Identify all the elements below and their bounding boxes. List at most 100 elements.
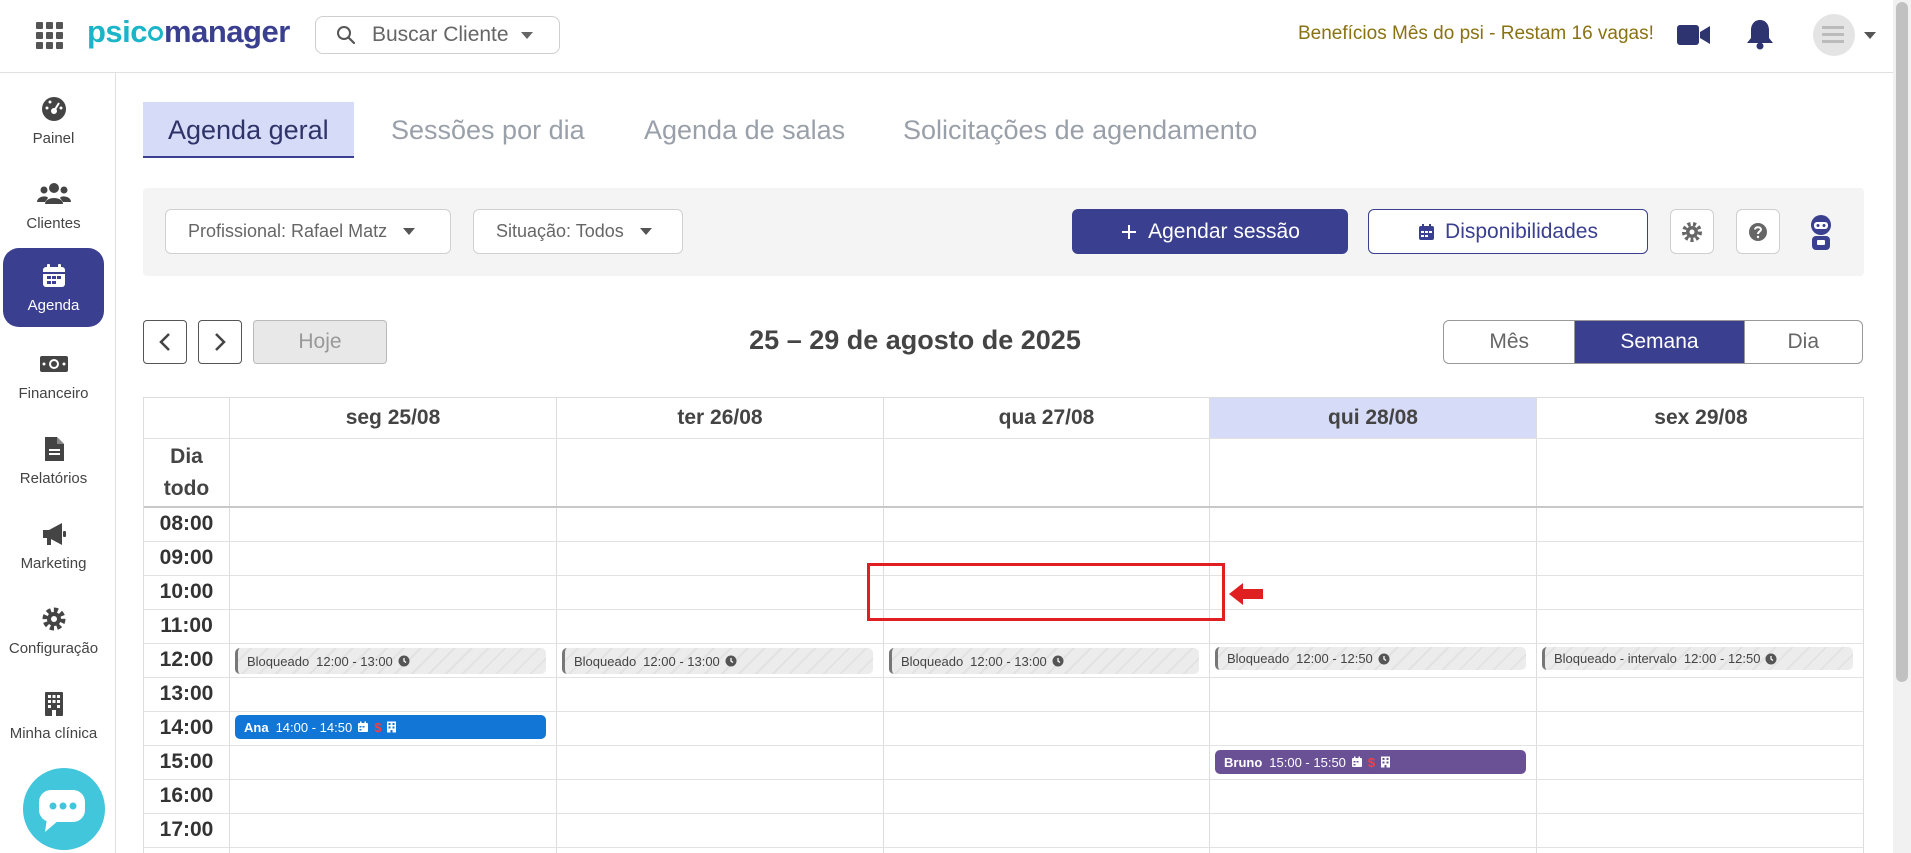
previous-week-button[interactable] [143, 320, 187, 364]
view-switcher: Mês Semana Dia [1443, 320, 1863, 364]
users-icon [36, 183, 71, 204]
calendar-icon [1419, 223, 1435, 240]
calendar-event-blocked[interactable]: Bloqueado 12:00 - 13:00 [562, 648, 873, 674]
schedule-session-button[interactable]: Agendar sessão [1072, 209, 1348, 254]
time-label: 09:00 [159, 546, 214, 569]
money-icon [39, 356, 68, 372]
help-button[interactable] [1736, 209, 1780, 254]
megaphone-icon [42, 523, 66, 545]
calendar-check-icon [1351, 756, 1362, 767]
event-client-name: Ana [244, 719, 269, 735]
scrollbar-thumb[interactable] [1896, 2, 1908, 682]
sidebar-item-minha-clinica[interactable]: Minha clínica [3, 676, 104, 755]
today-column-highlight [1209, 438, 1536, 853]
sidebar: Painel Clientes Agenda Financeiro Relató… [0, 73, 116, 853]
event-client-name: Bruno [1224, 754, 1263, 770]
sidebar-item-configuracao[interactable]: Configuração [3, 591, 104, 670]
robot-assistant-icon[interactable] [1801, 212, 1841, 252]
top-bar: psic manager Buscar Cliente Benefícios Mê… [0, 0, 1893, 73]
filter-bar: Profissional: Rafael Matz Situação: Todo… [143, 188, 1864, 276]
sidebar-item-agenda[interactable]: Agenda [3, 248, 104, 327]
sidebar-item-painel[interactable]: Painel [3, 81, 104, 160]
calendar-event-session[interactable]: Ana 14:00 - 14:50 $ [235, 715, 546, 739]
page-scrollbar[interactable] [1893, 0, 1911, 853]
file-icon [44, 437, 64, 461]
highlight-annotation-box [867, 563, 1225, 621]
event-title: Bloqueado - intervalo [1554, 651, 1677, 666]
time-label: 12:00 [159, 648, 214, 671]
view-month-button[interactable]: Mês [1444, 321, 1576, 363]
video-camera-icon[interactable] [1677, 24, 1710, 46]
chevron-down-icon [639, 228, 652, 235]
grid-divider [1209, 398, 1210, 853]
sidebar-item-label: Marketing [20, 555, 87, 572]
tab-agenda-de-salas[interactable]: Agenda de salas [619, 102, 870, 158]
next-week-button[interactable] [198, 320, 242, 364]
avatar[interactable] [1813, 14, 1855, 56]
payment-pending-indicator: $ [1367, 754, 1376, 770]
all-day-label-line-1: Dia [170, 445, 203, 468]
client-search[interactable]: Buscar Cliente [315, 16, 560, 54]
event-title: Bloqueado [247, 653, 310, 669]
event-time: 12:00 - 13:00 [643, 653, 720, 669]
calendar-event-blocked[interactable]: Bloqueado 12:00 - 13:00 [889, 648, 1199, 674]
grid-divider [144, 438, 1863, 439]
logo-o [148, 26, 164, 42]
time-label: 16:00 [159, 784, 214, 807]
chat-icon [39, 790, 85, 832]
logo-part-2: manager [164, 14, 290, 49]
status-select[interactable]: Situação: Todos [473, 209, 683, 254]
sidebar-item-label: Relatórios [19, 470, 88, 487]
status-select-value: Situação: Todos [496, 221, 624, 241]
event-title: Bloqueado [901, 653, 964, 669]
sidebar-item-relatorios[interactable]: Relatórios [3, 421, 104, 500]
day-header-mon[interactable]: seg 25/08 [230, 398, 556, 438]
clock-icon [398, 655, 410, 667]
tab-agenda-geral[interactable]: Agenda geral [143, 102, 354, 158]
event-time: 15:00 - 15:50 [1269, 754, 1346, 770]
chevron-right-icon [215, 333, 226, 351]
settings-button[interactable] [1670, 209, 1714, 254]
grid-divider [144, 506, 1863, 508]
sidebar-item-financeiro[interactable]: Financeiro [3, 336, 104, 415]
logo[interactable]: psic manager [87, 14, 290, 50]
grid-divider [144, 847, 1863, 848]
grid-divider [1536, 398, 1537, 853]
chevron-down-icon[interactable] [1864, 32, 1876, 39]
day-header-thu[interactable]: qui 28/08 [1210, 398, 1536, 438]
grid-divider [883, 398, 884, 853]
chevron-left-icon [159, 333, 170, 351]
grid-divider [144, 677, 1863, 678]
sidebar-item-clientes[interactable]: Clientes [3, 166, 104, 245]
calendar-event-blocked[interactable]: Bloqueado 12:00 - 13:00 [235, 648, 546, 674]
professional-select[interactable]: Profissional: Rafael Matz [165, 209, 451, 254]
calendar-event-blocked[interactable]: Bloqueado 12:00 - 12:50 [1215, 647, 1526, 670]
bell-icon[interactable] [1746, 18, 1774, 50]
time-label: 10:00 [159, 580, 214, 603]
question-icon [1749, 222, 1767, 241]
view-day-button[interactable]: Dia [1745, 321, 1862, 363]
grid-divider [144, 745, 1863, 746]
calendar-event-session[interactable]: Bruno 15:00 - 15:50 $ [1215, 750, 1526, 774]
view-week-button[interactable]: Semana [1575, 321, 1745, 363]
event-time: 12:00 - 12:50 [1683, 651, 1761, 666]
sidebar-item-marketing[interactable]: Marketing [3, 506, 104, 585]
day-header-fri[interactable]: sex 29/08 [1537, 398, 1863, 438]
day-header-tue[interactable]: ter 26/08 [557, 398, 883, 438]
building-icon [387, 721, 397, 733]
tab-sessoes-por-dia[interactable]: Sessões por dia [366, 102, 610, 158]
availability-button[interactable]: Disponibilidades [1368, 209, 1648, 254]
tab-solicitacoes-de-agendamento[interactable]: Solicitações de agendamento [878, 102, 1282, 158]
today-button[interactable]: Hoje [253, 320, 387, 364]
event-time: 12:00 - 12:50 [1296, 651, 1373, 666]
time-label: 17:00 [159, 818, 214, 841]
apps-grid-icon[interactable] [36, 22, 63, 49]
chat-support-button[interactable] [23, 768, 105, 850]
sidebar-item-label: Agenda [27, 297, 80, 314]
calendar-event-blocked-interval[interactable]: Bloqueado - intervalo 12:00 - 12:50 [1542, 647, 1853, 670]
grid-divider [556, 398, 557, 853]
grid-divider [144, 643, 1863, 644]
clock-icon [1765, 653, 1777, 664]
promo-link[interactable]: Benefícios Mês do psi - Restam 16 vagas! [1298, 23, 1654, 45]
day-header-wed[interactable]: qua 27/08 [884, 398, 1209, 438]
